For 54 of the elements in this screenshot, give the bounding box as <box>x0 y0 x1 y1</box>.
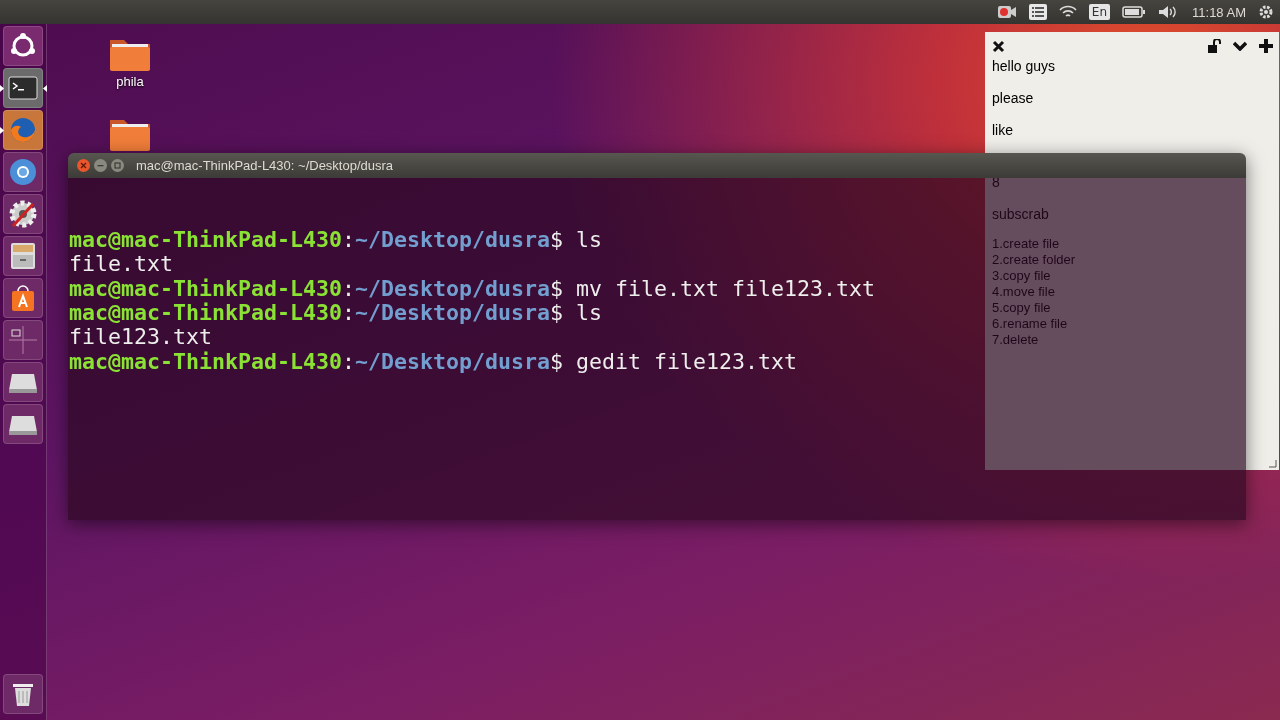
launcher-item[interactable] <box>3 362 43 402</box>
note-text: hello guys <box>992 57 1057 76</box>
plus-icon[interactable] <box>1259 39 1273 53</box>
maximize-icon[interactable] <box>111 159 124 172</box>
command-output: file.txt <box>69 252 173 277</box>
launcher-item[interactable] <box>3 236 43 276</box>
command-output: file123.txt <box>69 325 212 350</box>
drive-icon <box>9 416 37 435</box>
list-icon[interactable] <box>1028 4 1047 20</box>
globe-icon <box>11 118 35 142</box>
launcher-item[interactable] <box>3 152 43 192</box>
note-list-item: 3.copy file <box>992 268 1052 284</box>
camera-icon[interactable] <box>996 5 1017 19</box>
folder-label[interactable]: phila <box>116 74 144 89</box>
command-line: mac@mac-ThinkPad-L430:~/Desktop/dusra$ ls <box>69 301 603 326</box>
command-line: mac@mac-ThinkPad-L430:~/Desktop/dusra$ mv file.txt file123.txt <box>69 276 876 301</box>
note-list-item: 5.copy file <box>992 300 1052 316</box>
workspaces-icon <box>8 325 38 355</box>
close-icon[interactable] <box>992 39 1005 53</box>
browser-icon <box>10 159 36 185</box>
gear-icon[interactable] <box>1258 4 1274 20</box>
terminal-icon <box>8 76 38 100</box>
note-list-item: 6.rename file <box>992 316 1069 332</box>
command-line: mac@mac-ThinkPad-L430:~/Desktop/dusra$ gedit file123.txt <box>69 349 798 375</box>
note-list-item: 2.create folder <box>992 252 1077 268</box>
note-list-item: 1.create file <box>992 236 1061 252</box>
note-list-item: 7.delete <box>992 332 1040 348</box>
note-text: please <box>992 89 1035 108</box>
launcher-item[interactable] <box>3 404 43 444</box>
launcher-item[interactable] <box>3 26 43 66</box>
launcher-item[interactable] <box>3 194 43 234</box>
note-text: like <box>992 121 1014 140</box>
gear-icon <box>9 200 37 228</box>
window-title: mac@mac-ThinkPad-L430: ~/Desktop/dusra <box>136 158 394 173</box>
unlocked-padlock-icon[interactable] <box>1207 39 1221 53</box>
note-text: subscrab <box>992 205 1050 224</box>
clock[interactable]: 11:18 AM <box>1192 4 1246 20</box>
keyboard-layout-indicator[interactable]: En <box>1088 4 1111 20</box>
minimize-icon[interactable] <box>94 159 107 172</box>
launcher-item[interactable] <box>3 278 43 318</box>
resize-grip-icon[interactable] <box>1269 460 1277 468</box>
note-list-item: 4.move file <box>992 284 1056 300</box>
ubuntu-logo-icon <box>11 33 35 57</box>
trash-icon <box>13 684 33 706</box>
cabinet-icon <box>11 243 35 269</box>
launcher-item[interactable] <box>3 68 43 108</box>
drive-icon <box>9 374 37 393</box>
trash-launcher-item[interactable] <box>3 674 43 714</box>
volume-icon[interactable] <box>1158 5 1179 19</box>
battery-icon[interactable] <box>1122 6 1147 18</box>
wifi-icon[interactable] <box>1058 5 1077 19</box>
command-line: mac@mac-ThinkPad-L430:~/Desktop/dusra$ ls <box>69 227 603 253</box>
shopping-bag-icon <box>12 285 34 311</box>
chevron-down-icon[interactable] <box>1233 41 1247 51</box>
